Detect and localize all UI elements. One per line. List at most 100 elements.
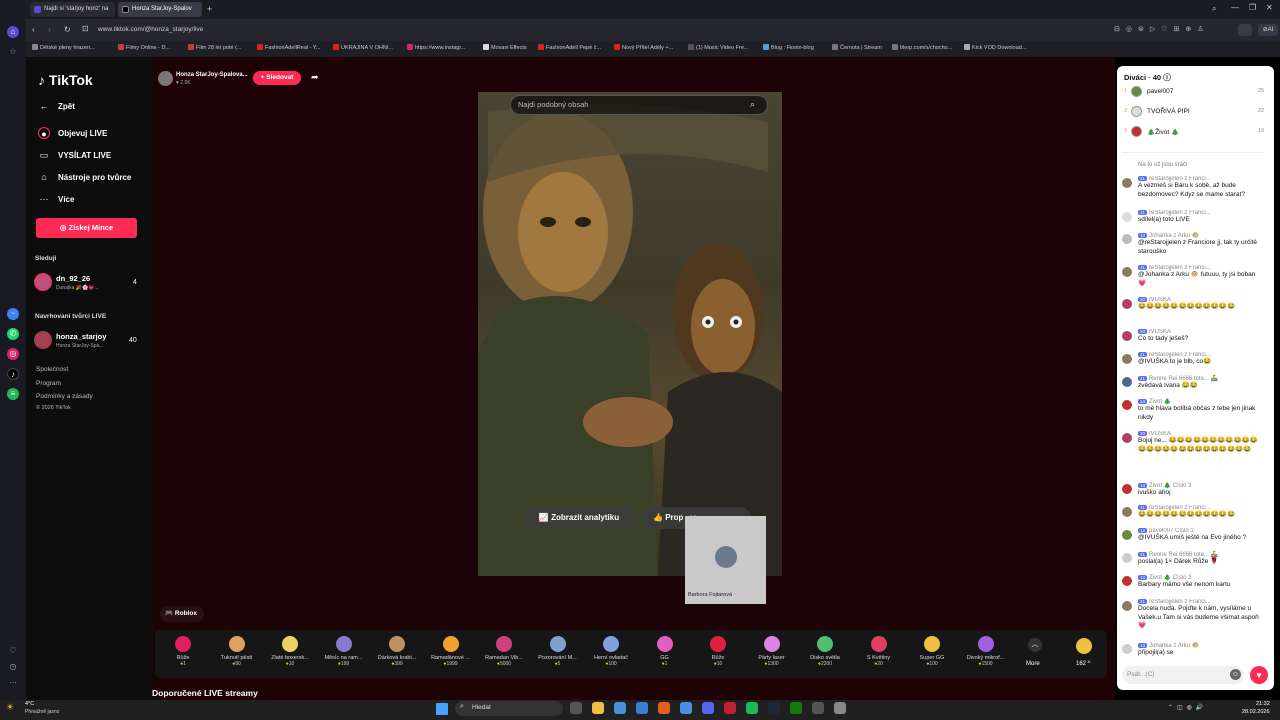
back-icon[interactable]: ‹ bbox=[32, 25, 35, 34]
spotify-icon[interactable]: ≡ bbox=[7, 388, 19, 400]
footer-company[interactable]: Společnost bbox=[36, 366, 68, 373]
extensions-icon[interactable] bbox=[1238, 24, 1252, 36]
opera-icon[interactable] bbox=[724, 702, 736, 714]
avatar[interactable] bbox=[1122, 553, 1132, 563]
avatar[interactable] bbox=[1122, 601, 1132, 611]
avatar[interactable] bbox=[1131, 106, 1142, 117]
avatar[interactable] bbox=[1122, 484, 1132, 494]
nav-back[interactable]: Zpět bbox=[58, 102, 75, 111]
chat-user[interactable]: 13 Johanka z Arku 🐵 bbox=[1138, 232, 1264, 239]
chrome-icon[interactable] bbox=[614, 702, 626, 714]
url-field[interactable]: www.tiktok.com/@honza_starjoy/live bbox=[98, 26, 203, 33]
bookmark-11[interactable]: Černota | Stream bbox=[832, 44, 882, 51]
spotify-icon[interactable] bbox=[746, 702, 758, 714]
bookmark-6[interactable]: Movavi Effects bbox=[483, 44, 527, 51]
bookmark-9[interactable]: (1) Music Video Fre... bbox=[688, 44, 748, 51]
xbox-icon[interactable] bbox=[790, 702, 802, 714]
bookmark-4[interactable]: UKRAJINA V OHNI... bbox=[333, 44, 393, 51]
host-avatar[interactable] bbox=[158, 71, 173, 86]
whatsapp-icon[interactable]: ✆ bbox=[7, 328, 19, 340]
gift-heart-icon[interactable]: ♥ bbox=[1250, 666, 1268, 684]
gift-item[interactable]: Růže ●10 bbox=[693, 634, 743, 667]
avatar[interactable] bbox=[1122, 234, 1132, 244]
avatar[interactable] bbox=[1122, 331, 1132, 341]
analytics-button[interactable]: 📈 Zobrazit analytiku bbox=[523, 507, 635, 529]
chat-user[interactable]: 14 Život 🎄 bbox=[1138, 398, 1264, 405]
gift-item[interactable]: Ťuknutí pěstí ●90 bbox=[212, 634, 262, 667]
gift-item[interactable]: Zlaté boxersk... ●10 bbox=[265, 634, 315, 667]
avatar[interactable] bbox=[1122, 354, 1132, 364]
chat-user[interactable]: 21 Renne Rei 6666 tote... 🚣 bbox=[1138, 375, 1264, 382]
viewers-heading[interactable]: Diváci · 40 ⓘ bbox=[1124, 72, 1171, 83]
follow-button[interactable]: + Sledovat bbox=[253, 71, 301, 85]
reload-icon[interactable]: ↻ bbox=[64, 25, 71, 34]
close-icon[interactable]: ✕ bbox=[1266, 3, 1273, 12]
bookmark-8[interactable]: Nový Přítel Adély +... bbox=[614, 44, 673, 51]
minimize-icon[interactable]: — bbox=[1231, 3, 1239, 12]
heart-icon[interactable]: ♡ bbox=[7, 645, 19, 657]
viewer-name[interactable]: TVOŘIVÁ PIPI bbox=[1147, 108, 1190, 115]
gift-item[interactable]: Divoký mikrof... ●1500 bbox=[961, 634, 1011, 667]
app-icon[interactable] bbox=[812, 702, 824, 714]
back-arrow-icon[interactable]: ← bbox=[38, 100, 50, 112]
gift-item[interactable]: S Květiny ●20 bbox=[854, 634, 904, 667]
avatar[interactable] bbox=[1122, 299, 1132, 309]
history-icon[interactable]: ◷ bbox=[7, 661, 19, 673]
chat-user[interactable]: 14 Život 🎄 Číslo 3 bbox=[1138, 574, 1264, 581]
category-tag[interactable]: 🎮 Roblox bbox=[160, 606, 204, 622]
file-explorer-icon[interactable] bbox=[592, 702, 604, 714]
avatar[interactable] bbox=[1122, 507, 1132, 517]
tiktok-side-icon[interactable]: ♪ bbox=[7, 368, 19, 380]
gift-item[interactable]: Párty laser ●1300 bbox=[747, 634, 797, 667]
windows-start-icon[interactable] bbox=[436, 703, 448, 715]
avatar[interactable] bbox=[34, 273, 52, 291]
bookmark-3[interactable]: FashionAdellReal - Y... bbox=[257, 44, 320, 51]
gift-item[interactable]: GG ●1 bbox=[640, 634, 690, 667]
gift-item[interactable]: Ramadan Vib... ●5000 bbox=[479, 634, 529, 667]
gift-item[interactable]: Měsíc na ram... ●199 bbox=[319, 634, 369, 667]
chevron-up-icon[interactable]: ︿ bbox=[1028, 638, 1042, 652]
new-tab-button[interactable]: + bbox=[207, 4, 212, 14]
chat-user[interactable]: 14 Život 🎄 Číslo 3 bbox=[1138, 482, 1264, 489]
home-icon[interactable]: ⌂ bbox=[7, 26, 19, 38]
avatar[interactable] bbox=[1122, 400, 1132, 410]
store-icon[interactable] bbox=[636, 702, 648, 714]
tray-icons[interactable]: ⌃◫◍🔊 bbox=[1168, 704, 1207, 711]
bookmark-5[interactable]: https://www.instagr... bbox=[407, 44, 465, 51]
footer-terms[interactable]: Podmínky a zásady bbox=[36, 393, 93, 400]
instagram-icon[interactable]: ◎ bbox=[7, 348, 19, 360]
bookmark-0[interactable]: Dětské pleny hrazen... bbox=[32, 44, 95, 51]
suggested-name[interactable]: honza_starjoy bbox=[56, 332, 106, 341]
nav-explore-live[interactable]: Objevuj LIVE bbox=[58, 129, 107, 138]
discord-icon[interactable] bbox=[702, 702, 714, 714]
search-icon[interactable]: ⌕ bbox=[750, 99, 755, 110]
search-tabs-icon[interactable]: ⌕ bbox=[1212, 4, 1216, 14]
bookmark-12[interactable]: blerp.com/s/chocho... bbox=[892, 44, 952, 51]
tiktok-logo[interactable]: ♪ TikTok bbox=[38, 72, 93, 88]
gift-item[interactable]: Pozorování M... ●5 bbox=[533, 634, 583, 667]
ai-button[interactable]: ⊘AI bbox=[1258, 24, 1278, 36]
gifts-more-button[interactable]: More bbox=[1026, 661, 1040, 667]
share-icon[interactable]: ➦ bbox=[311, 72, 319, 83]
gift-item[interactable]: Disko světla ●2200 bbox=[800, 634, 850, 667]
avatar[interactable] bbox=[34, 331, 52, 349]
avatar[interactable] bbox=[1122, 178, 1132, 188]
chat-user[interactable]: 13 Johanka z Arku 🐵 bbox=[1138, 642, 1264, 649]
avatar[interactable] bbox=[1122, 576, 1132, 586]
forward-icon[interactable]: › bbox=[48, 25, 51, 34]
tab-search[interactable]: Najdi si 'starjoy honz' na bbox=[30, 2, 115, 17]
nav-more[interactable]: Více bbox=[58, 195, 74, 204]
chrome-alt-icon[interactable] bbox=[680, 702, 692, 714]
footer-program[interactable]: Program bbox=[36, 380, 61, 387]
viewer-name[interactable]: pavel007 bbox=[1147, 88, 1173, 95]
avatar[interactable] bbox=[1122, 433, 1132, 443]
avatar[interactable] bbox=[1131, 126, 1142, 137]
live-video[interactable] bbox=[478, 92, 782, 576]
gift-item[interactable]: Ramadánové ... ●1999 bbox=[426, 634, 476, 667]
avatar[interactable] bbox=[1122, 212, 1132, 222]
gift-item[interactable]: Růže ●1 bbox=[158, 634, 208, 667]
settings-icon[interactable] bbox=[834, 702, 846, 714]
avatar[interactable] bbox=[1122, 644, 1132, 654]
gift-item[interactable]: Herní ovladač ●100 bbox=[586, 634, 636, 667]
avatar[interactable] bbox=[1122, 530, 1132, 540]
